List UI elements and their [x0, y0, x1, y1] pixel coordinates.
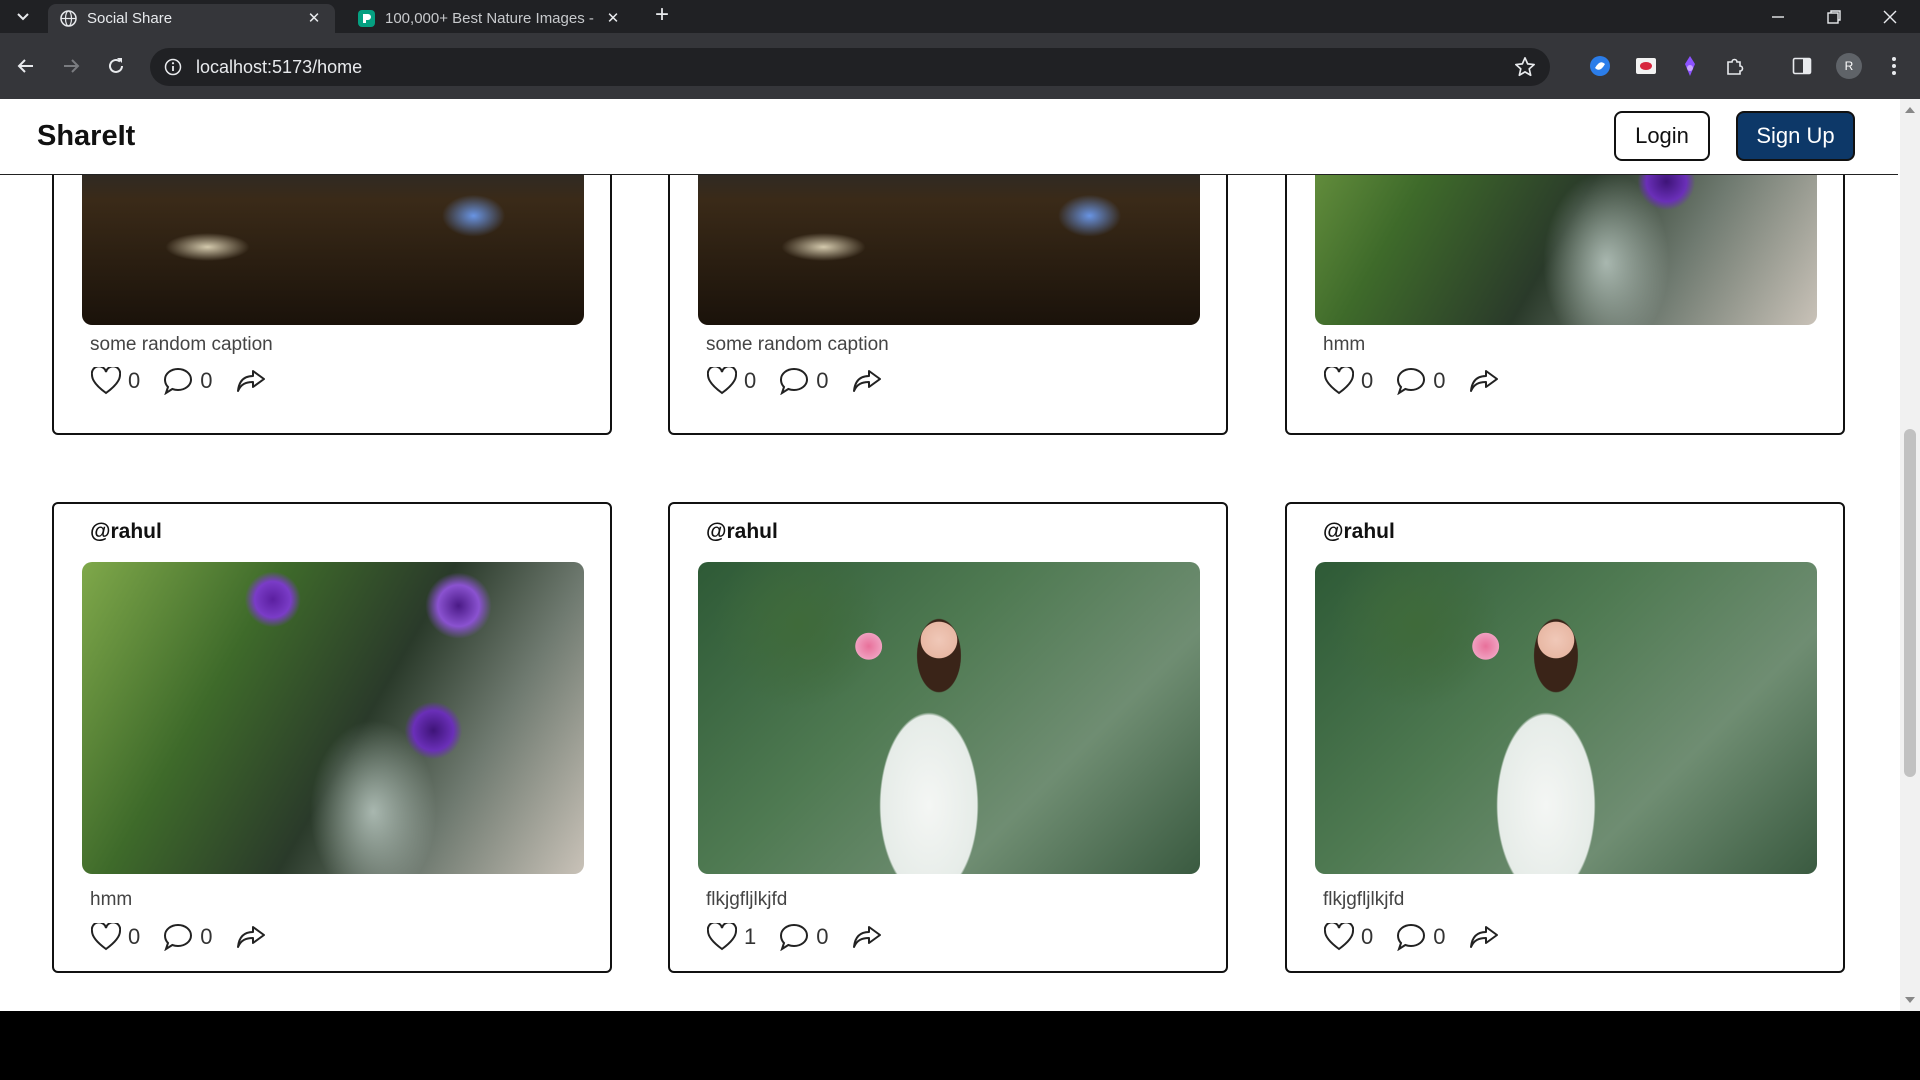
tab-search-chevron-icon[interactable]: [8, 5, 38, 29]
scroll-up-arrow-icon[interactable]: [1905, 107, 1915, 113]
comment-icon[interactable]: [778, 922, 810, 952]
like-count: 0: [1361, 924, 1374, 949]
forward-arrow-icon[interactable]: [55, 50, 87, 82]
post-username[interactable]: @rahul: [706, 520, 778, 544]
browser-toolbar: localhost:5173/home R: [0, 33, 1920, 99]
comment-icon[interactable]: [162, 922, 194, 952]
share-icon[interactable]: [235, 366, 267, 396]
comment-count: 0: [1433, 368, 1446, 393]
login-button[interactable]: Login: [1614, 111, 1710, 161]
brand-logo[interactable]: ShareIt: [37, 120, 135, 153]
share-icon[interactable]: [1468, 922, 1500, 952]
post-card: @rahul flkjgfljlkjfd 1 0: [668, 502, 1228, 973]
comment-icon[interactable]: [162, 366, 194, 396]
post-image[interactable]: [1315, 562, 1817, 874]
address-bar[interactable]: localhost:5173/home: [150, 48, 1550, 86]
heart-icon[interactable]: [706, 366, 738, 396]
heart-icon[interactable]: [1323, 922, 1355, 952]
browser-tab-nature-images[interactable]: 100,000+ Best Nature Images - ✕: [346, 4, 634, 33]
post-image[interactable]: [698, 562, 1200, 874]
post-username[interactable]: @rahul: [1323, 520, 1395, 544]
heart-icon[interactable]: [90, 922, 122, 952]
share-icon[interactable]: [1468, 366, 1500, 396]
tab-title: 100,000+ Best Nature Images -: [385, 10, 594, 27]
post-card: @rahul hmm 0 0: [52, 502, 612, 973]
close-tab-icon[interactable]: ✕: [305, 10, 323, 28]
comment-count: 0: [816, 924, 829, 949]
post-caption: hmm: [90, 889, 133, 910]
restore-icon[interactable]: [1806, 0, 1862, 33]
extension-red-icon[interactable]: [1634, 54, 1658, 78]
heart-icon[interactable]: [90, 366, 122, 396]
extensions-puzzle-icon[interactable]: [1724, 54, 1748, 78]
scrollbar-thumb[interactable]: [1904, 429, 1916, 777]
like-count: 0: [128, 368, 141, 393]
close-tab-icon[interactable]: ✕: [604, 10, 622, 28]
extension-blue-icon[interactable]: [1588, 54, 1612, 78]
minimize-icon[interactable]: [1750, 0, 1806, 33]
back-arrow-icon[interactable]: [10, 50, 42, 82]
globe-icon: [60, 10, 77, 27]
heart-icon[interactable]: [706, 922, 738, 952]
scroll-down-arrow-icon[interactable]: [1905, 997, 1915, 1003]
signup-button[interactable]: Sign Up: [1736, 111, 1855, 161]
bookmark-star-icon[interactable]: [1514, 56, 1536, 83]
like-count: 1: [744, 924, 757, 949]
comment-count: 0: [200, 924, 213, 949]
comment-icon[interactable]: [1395, 922, 1427, 952]
post-image[interactable]: [82, 562, 584, 874]
extension-purple-icon[interactable]: [1678, 54, 1702, 78]
comment-icon[interactable]: [1395, 366, 1427, 396]
share-icon[interactable]: [851, 366, 883, 396]
post-username[interactable]: @rahul: [90, 520, 162, 544]
site-info-icon[interactable]: [164, 58, 182, 76]
pexels-icon: [358, 10, 375, 27]
browser-tab-bar: Social Share ✕ 100,000+ Best Nature Imag…: [0, 0, 1920, 33]
browser-tab-social-share[interactable]: Social Share ✕: [48, 4, 335, 33]
more-menu-icon[interactable]: [1882, 54, 1906, 78]
url-text: localhost:5173/home: [196, 57, 363, 77]
share-icon[interactable]: [851, 922, 883, 952]
app-navbar: ShareIt Login Sign Up: [0, 99, 1898, 175]
comment-icon[interactable]: [778, 366, 810, 396]
post-actions: 0 0: [1323, 366, 1500, 396]
post-actions: 1 0: [706, 922, 883, 952]
post-caption: hmm: [1323, 334, 1366, 355]
post-actions: 0 0: [706, 366, 883, 396]
like-count: 0: [1361, 368, 1374, 393]
post-caption: some random caption: [90, 334, 273, 355]
side-panel-icon[interactable]: [1790, 54, 1814, 78]
post-actions: 0 0: [90, 922, 267, 952]
post-actions: 0 0: [1323, 922, 1500, 952]
post-caption: some random caption: [706, 334, 889, 355]
close-window-icon[interactable]: [1862, 0, 1918, 33]
reload-icon[interactable]: [100, 50, 132, 82]
page-scrollbar[interactable]: [1900, 99, 1920, 1011]
heart-icon[interactable]: [1323, 366, 1355, 396]
comment-count: 0: [816, 368, 829, 393]
post-card: @rahul flkjgfljlkjfd 0 0: [1285, 502, 1845, 973]
like-count: 0: [128, 924, 141, 949]
tab-title: Social Share: [87, 10, 173, 27]
post-caption: flkjgfljlkjfd: [706, 889, 788, 910]
like-count: 0: [744, 368, 757, 393]
page-viewport: ShareIt Login Sign Up some random captio…: [0, 99, 1920, 1011]
post-actions: 0 0: [90, 366, 267, 396]
comment-count: 0: [200, 368, 213, 393]
post-caption: flkjgfljlkjfd: [1323, 889, 1405, 910]
share-icon[interactable]: [235, 922, 267, 952]
comment-count: 0: [1433, 924, 1446, 949]
new-tab-plus-icon[interactable]: +: [650, 3, 674, 27]
profile-avatar[interactable]: R: [1836, 53, 1862, 79]
